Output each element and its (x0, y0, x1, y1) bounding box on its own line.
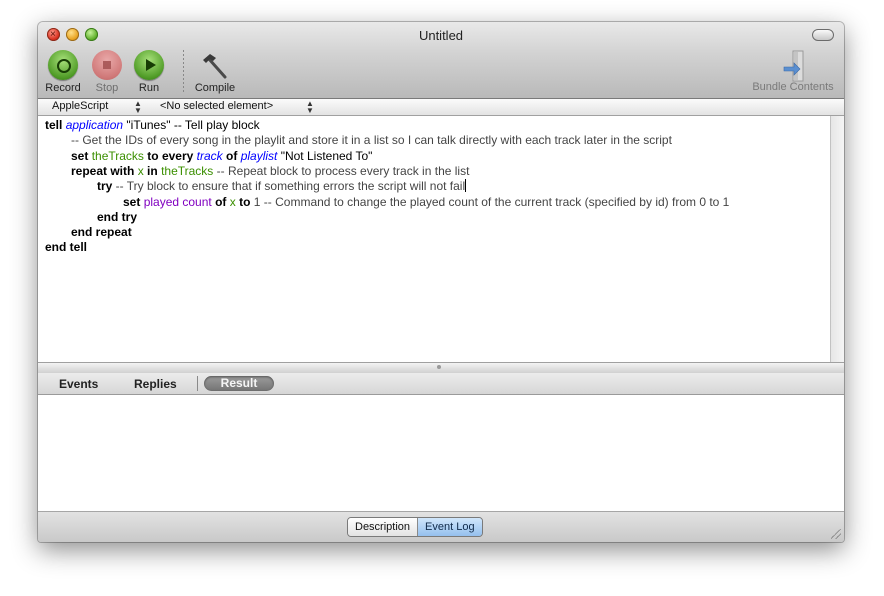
code-token: "Not Listened To" (277, 148, 373, 163)
code-line[interactable]: set played count of x to 1 -- Command to… (123, 195, 729, 210)
toolbar-toggle-button[interactable] (812, 29, 834, 41)
hammer-icon (200, 50, 230, 80)
code-token: playlist (240, 148, 278, 163)
code-token: of (226, 148, 238, 163)
code-token: -- Repeat block to process every track i… (213, 163, 470, 178)
code-token: in (147, 163, 158, 178)
bottom-bar: Description Event Log (38, 512, 844, 542)
code-token: -- Get the IDs of every song in the play… (71, 133, 672, 148)
code-line[interactable]: set theTracks to every track of playlist… (71, 149, 372, 164)
window-title: Untitled (418, 28, 464, 43)
tab-divider (197, 376, 198, 391)
code-line[interactable]: try -- Try block to ensure that if somet… (97, 179, 467, 194)
code-token: end tell (45, 240, 88, 255)
bundle-contents-label: Bundle Contents (752, 81, 834, 93)
view-segmented-control: Description Event Log (347, 517, 483, 537)
code-token: -- Try block to ensure that if something… (112, 179, 466, 194)
title-bar: × Untitled (38, 22, 844, 46)
code-token: application (65, 118, 124, 132)
run-icon (134, 50, 164, 80)
tab-replies[interactable]: Replies (134, 377, 177, 391)
editor-vertical-scrollbar[interactable] (830, 116, 844, 362)
code-token: set (71, 148, 89, 163)
code-token: 1 -- Command to change the played count … (250, 194, 730, 209)
splitter-handle-icon[interactable] (437, 365, 441, 369)
result-tab-bar: Events Replies Result (38, 373, 844, 395)
record-label: Record (45, 82, 81, 94)
script-editor[interactable]: tell application "iTunes" -- Tell play b… (38, 116, 830, 362)
navigation-bar: AppleScript ▲ ▼ <No selected element> ▲ ▼ (38, 99, 844, 116)
code-line[interactable]: repeat with x in theTracks -- Repeat blo… (71, 164, 469, 179)
code-token: set (123, 194, 141, 209)
code-line[interactable]: end try (97, 210, 137, 225)
event-log-segment[interactable]: Event Log (418, 518, 482, 536)
language-updown-icon[interactable]: ▲ ▼ (134, 100, 142, 115)
code-token: end try (97, 209, 138, 224)
result-pane[interactable] (38, 395, 844, 512)
code-token: tell (45, 118, 63, 132)
code-line[interactable]: end repeat (71, 225, 132, 240)
tab-result[interactable]: Result (204, 376, 274, 391)
stop-icon (92, 50, 122, 80)
code-line[interactable]: tell application "iTunes" -- Tell play b… (45, 118, 260, 133)
code-token: to (239, 194, 251, 209)
compile-label: Compile (194, 82, 236, 94)
tab-events[interactable]: Events (59, 377, 98, 391)
code-line[interactable]: -- Get the IDs of every song in the play… (71, 133, 672, 148)
script-editor-window: × Untitled Record Stop Run Compile Bundl… (38, 22, 844, 542)
toolbar: × Untitled Record Stop Run Compile Bundl… (38, 22, 844, 99)
stop-label: Stop (95, 82, 119, 94)
run-button[interactable]: Run (127, 50, 171, 94)
description-segment[interactable]: Description (348, 518, 419, 536)
text-caret (465, 179, 467, 193)
code-token: theTracks (91, 148, 144, 163)
code-token: repeat with (71, 163, 135, 178)
code-token: of (215, 194, 227, 209)
code-token: theTracks (161, 163, 214, 178)
code-token: track (196, 148, 223, 163)
stop-button[interactable]: Stop (85, 50, 129, 94)
code-token: end repeat (71, 225, 132, 240)
code-token: played count (143, 194, 212, 209)
resize-grip-icon[interactable] (831, 529, 841, 539)
code-token: "iTunes" -- Tell play block (123, 118, 260, 132)
record-icon (48, 50, 78, 80)
code-token: try (97, 179, 113, 194)
record-button[interactable]: Record (41, 50, 85, 94)
bundle-drawer-icon (782, 50, 804, 82)
run-label: Run (138, 82, 160, 94)
element-updown-icon[interactable]: ▲ ▼ (306, 100, 314, 115)
language-popup[interactable]: AppleScript (52, 100, 108, 112)
code-line[interactable]: end tell (45, 240, 87, 255)
element-popup[interactable]: <No selected element> (160, 100, 273, 112)
toolbar-separator (183, 50, 184, 92)
bundle-contents-button[interactable]: Bundle Contents (750, 50, 836, 93)
code-token: to every (147, 148, 194, 163)
compile-button[interactable]: Compile (192, 50, 238, 94)
